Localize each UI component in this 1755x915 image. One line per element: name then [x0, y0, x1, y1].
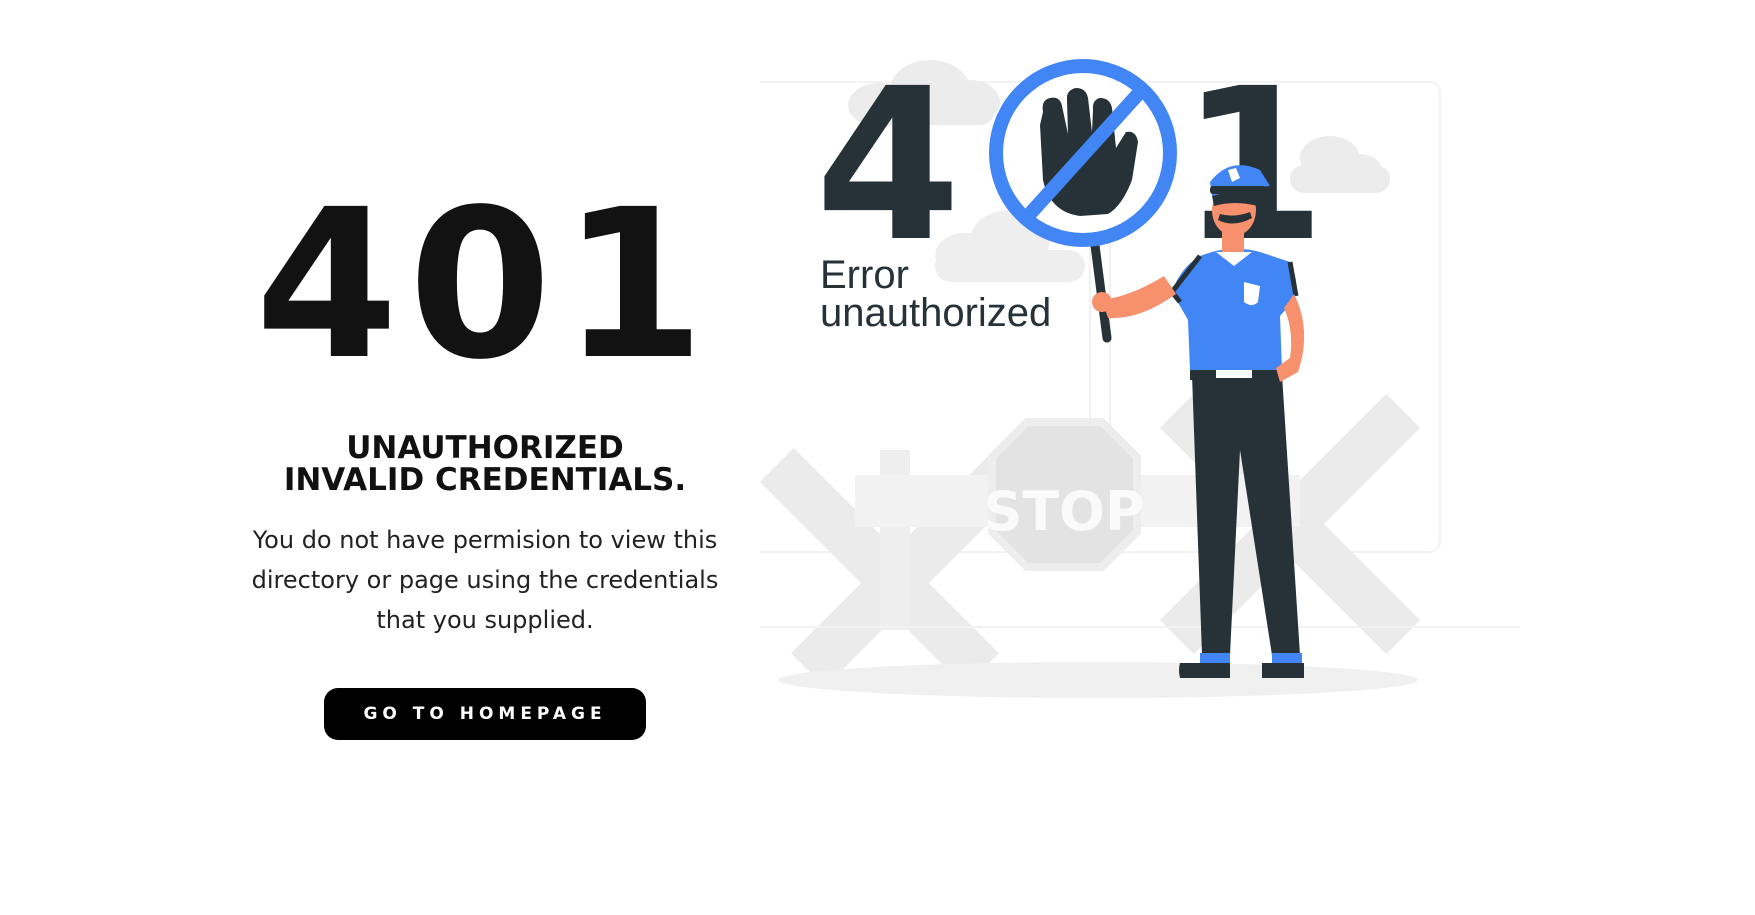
headline-line-2: INVALID CREDENTIALS.	[283, 462, 687, 498]
illustration-caption-line-2: unauthorized	[820, 291, 1051, 335]
stop-hand-icon	[989, 59, 1177, 247]
stop-sign-icon: STOP	[983, 418, 1145, 571]
stop-sign-text: STOP	[983, 480, 1144, 543]
error-content: 401 UNAUTHORIZED INVALID CREDENTIALS. Yo…	[230, 180, 740, 740]
ground-shadow	[778, 662, 1418, 698]
error-headline: UNAUTHORIZED INVALID CREDENTIALS.	[230, 432, 740, 496]
illustration-digit-4: 4	[815, 43, 961, 288]
error-code: 401	[254, 165, 715, 405]
go-to-homepage-button[interactable]: GO TO HOMEPAGE	[324, 688, 646, 740]
headline-line-1: UNAUTHORIZED	[346, 430, 624, 466]
error-description: You do not have permision to view this d…	[251, 526, 719, 634]
unauthorized-illustration: STOP 4 1 Error unauthorized	[760, 30, 1540, 750]
